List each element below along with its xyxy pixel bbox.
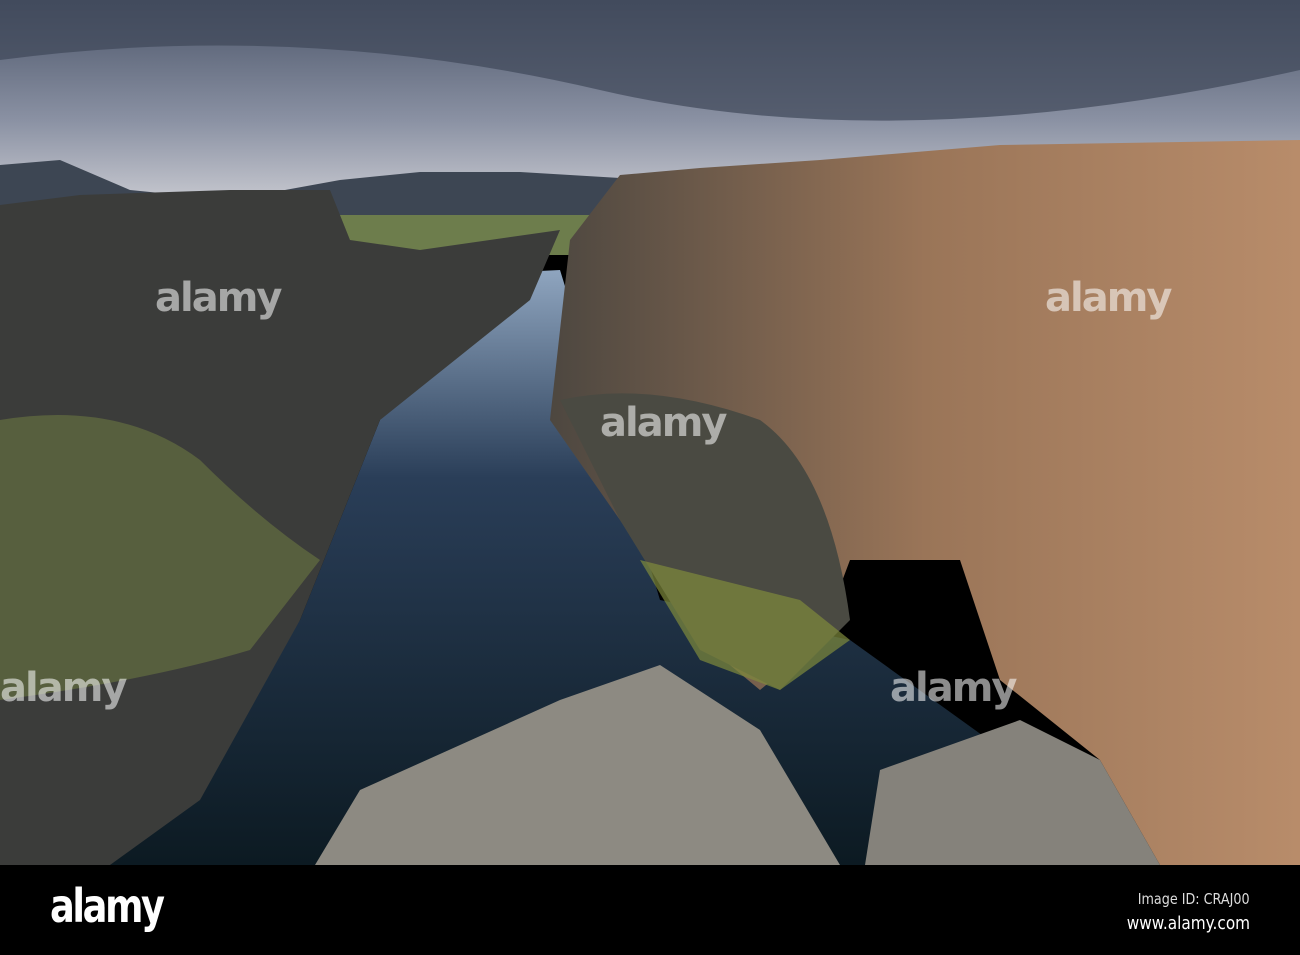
footer-bar: alamy Image ID: CRAJ00 www.alamy.com [0, 865, 1300, 955]
watermark: alamy [1045, 275, 1172, 321]
watermark: alamy [890, 665, 1017, 711]
image-id: Image ID: CRAJ00 [1138, 890, 1250, 908]
alamy-logo: alamy [50, 879, 165, 933]
watermark: alamy [0, 665, 127, 711]
site-url: www.alamy.com [1126, 913, 1250, 934]
watermark: alamy [600, 400, 727, 446]
watermark: alamy [155, 275, 282, 321]
